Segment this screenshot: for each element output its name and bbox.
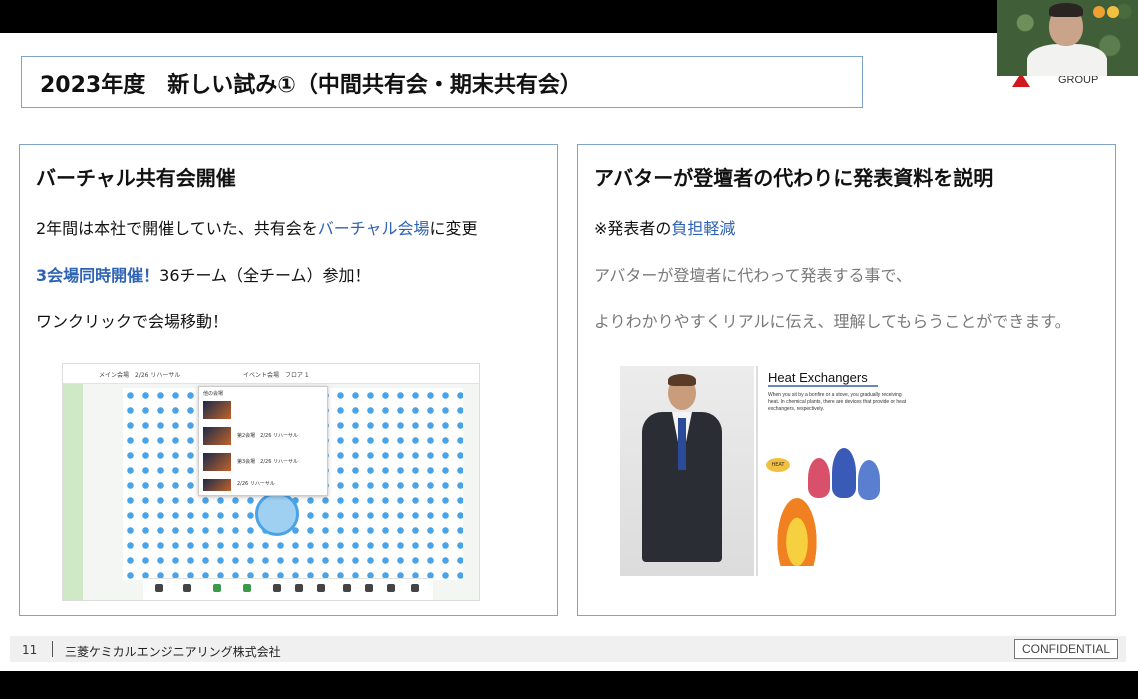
- virtual-line-2-suffix: 36チーム（全チーム）参加！: [159, 266, 371, 285]
- bottom-letterbox: [0, 671, 1138, 699]
- panel-heading-avatar: アバターが登壇者の代わりに発表資料を説明: [594, 166, 994, 190]
- webcam-badge-icon: [1107, 6, 1119, 18]
- share-icon: [295, 584, 303, 592]
- people-icon: [183, 584, 191, 592]
- simultaneous-highlight: 3会場同時開催！: [36, 266, 160, 285]
- virtual-venue-highlight: バーチャル会場: [317, 219, 430, 238]
- venue-floor-label: イベント会場 フロア 1: [243, 372, 309, 379]
- virtual-line-2: 3会場同時開催！36チーム（全チーム）参加！: [36, 262, 371, 286]
- presenter-webcam: [997, 0, 1138, 76]
- screen-icon: [343, 584, 351, 592]
- venue-grass-side: [63, 384, 83, 600]
- reaction-icon: [317, 584, 325, 592]
- room-label: 第2会場 2/26 リハーサル: [237, 433, 298, 439]
- virtual-line-1-suffix: に変更: [429, 219, 478, 238]
- room-thumbnail: [203, 453, 231, 471]
- virtual-venue-screenshot: メイン会場 2/26 リハーサル イベント会場 フロア 1 他の会場 第2会場 …: [62, 363, 480, 601]
- webcam-badge-icon: [1093, 6, 1105, 18]
- virtual-meeting-panel: バーチャル共有会開催 2年間は本社で開催していた、共有会をバーチャル会場に変更 …: [19, 144, 558, 616]
- avatar-figure: [620, 366, 754, 576]
- camera-icon: [243, 584, 251, 592]
- presenter-shirt: [1027, 44, 1107, 76]
- avatar-presentation-image: Heat Exchangers When you sit by a bonfir…: [620, 366, 912, 576]
- bonfire-illustration: [772, 486, 822, 566]
- presentation-slide: 2023年度 新しい試み①（中間共有会・期末共有会） GROUP バーチャル共有…: [0, 33, 1138, 671]
- menu-icon: [155, 584, 163, 592]
- room-thumbnail: [203, 427, 231, 445]
- room-thumbnail: [203, 401, 231, 419]
- avatar-note-prefix: ※発表者の: [594, 219, 672, 238]
- avatar-line-2: よりわかりやすくリアルに伝え、理解してもらうことができます。: [594, 312, 1071, 331]
- presentation-material: Heat Exchangers When you sit by a bonfir…: [756, 366, 912, 576]
- confidential-badge: CONFIDENTIAL: [1014, 639, 1118, 659]
- virtual-line-1: 2年間は本社で開催していた、共有会をバーチャル会場に変更: [36, 215, 478, 239]
- footer-divider: [52, 641, 53, 657]
- venue-name: メイン会場 2/26 リハーサル: [99, 372, 181, 379]
- venue-center-stage: [255, 492, 299, 536]
- avatar-tie: [678, 418, 686, 470]
- venue-toolbar: [143, 578, 433, 600]
- virtual-line-1-prefix: 2年間は本社で開催していた、共有会を: [36, 219, 318, 238]
- group-icon: [387, 584, 395, 592]
- chat-icon: [273, 584, 281, 592]
- board-icon: [365, 584, 373, 592]
- top-letterbox: [0, 0, 1138, 33]
- other-venues-popup: 他の会場 第2会場 2/26 リハーサル 第3会場 2/26 リハーサル 2/2…: [198, 386, 328, 496]
- avatar-note: ※発表者の負担軽減: [594, 215, 735, 239]
- material-text: When you sit by a bonfire or a stove, yo…: [768, 392, 907, 412]
- mic-icon: [213, 584, 221, 592]
- slide-title-box: 2023年度 新しい試み①（中間共有会・期末共有会）: [21, 56, 863, 108]
- heat-bubble: HEAT: [766, 458, 790, 472]
- venue-top-bar: メイン会場 2/26 リハーサル イベント会場 フロア 1: [63, 364, 479, 384]
- presenter-hair: [1049, 3, 1083, 17]
- room-label: 2/26 リハーサル: [237, 481, 275, 487]
- room-label: 第3会場 2/26 リハーサル: [237, 459, 298, 465]
- virtual-line-3: ワンクリックで会場移動！: [36, 312, 229, 331]
- more-icon: [411, 584, 419, 592]
- page-number: 11: [22, 643, 38, 657]
- panel-heading-virtual: バーチャル共有会開催: [36, 166, 236, 190]
- slide-title: 2023年度 新しい試み①（中間共有会・期末共有会）: [40, 73, 582, 98]
- slide-footer: 11 三菱ケミカルエンジニアリング株式会社 CONFIDENTIAL: [10, 636, 1126, 662]
- burden-reduction-highlight: 負担軽減: [671, 219, 736, 238]
- avatar-presenter-panel: アバターが登壇者の代わりに発表資料を説明 ※発表者の負担軽減 アバターが登壇者に…: [577, 144, 1116, 616]
- avatar-hair: [668, 374, 696, 386]
- popup-title: 他の会場: [203, 391, 224, 397]
- material-title: Heat Exchangers: [768, 370, 878, 387]
- company-name: 三菱ケミカルエンジニアリング株式会社: [65, 645, 281, 659]
- room-thumbnail: [203, 479, 231, 491]
- avatar-line-1: アバターが登壇者に代わって発表する事で、: [594, 266, 912, 285]
